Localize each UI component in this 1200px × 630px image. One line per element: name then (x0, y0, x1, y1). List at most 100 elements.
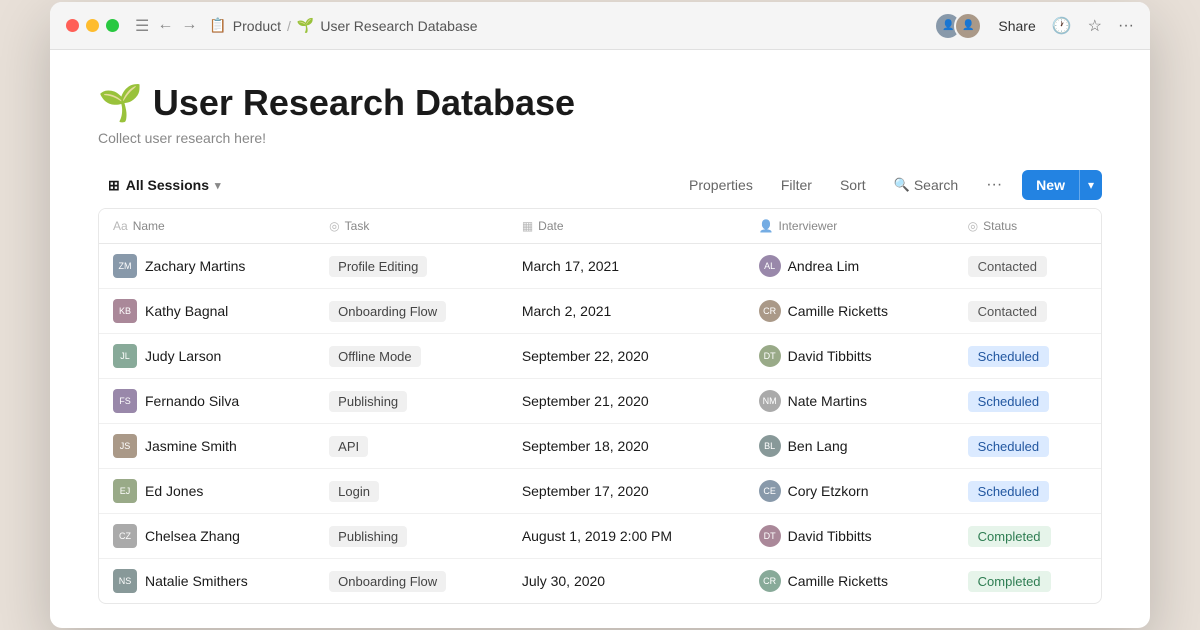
status-badge: Scheduled (968, 481, 1049, 502)
name-cell: ZM Zachary Martins (99, 244, 315, 289)
table-row[interactable]: KB Kathy Bagnal Onboarding FlowMarch 2, … (99, 289, 1101, 334)
status-cell: Scheduled (954, 469, 1101, 514)
table-row[interactable]: FS Fernando Silva PublishingSeptember 21… (99, 379, 1101, 424)
interviewer-avatar: DT (759, 345, 781, 367)
status-cell: Scheduled (954, 424, 1101, 469)
database-toolbar: ⊞ All Sessions ▾ Properties Filter Sort … (98, 170, 1102, 200)
app-window: ☰ ← → 📋 Product / 🌱 User Research Databa… (50, 2, 1150, 628)
search-icon: 🔍 (894, 177, 910, 193)
task-cell: Onboarding Flow (315, 559, 508, 604)
col-header-date[interactable]: ▦Date (508, 209, 745, 244)
user-name: Zachary Martins (145, 258, 245, 274)
star-icon[interactable]: ☆ (1088, 16, 1102, 36)
name-cell: EJ Ed Jones (99, 469, 315, 514)
col-header-status[interactable]: ◎Status (954, 209, 1101, 244)
fullscreen-button[interactable] (106, 19, 119, 32)
user-avatar: FS (113, 389, 137, 413)
task-tag: Offline Mode (329, 346, 420, 367)
forward-icon[interactable]: → (181, 16, 197, 36)
interviewer-avatar: CR (759, 570, 781, 592)
view-selector[interactable]: ⊞ All Sessions ▾ (98, 171, 231, 200)
sort-button[interactable]: Sort (832, 171, 874, 199)
main-content: 🌱 User Research Database Collect user re… (50, 50, 1150, 628)
task-cell: Offline Mode (315, 334, 508, 379)
chevron-down-icon: ▾ (215, 179, 221, 192)
interviewer-cell: BL Ben Lang (745, 424, 954, 469)
search-button[interactable]: 🔍 Search (886, 171, 967, 199)
minimize-button[interactable] (86, 19, 99, 32)
status-badge: Completed (968, 571, 1051, 592)
task-tag: Onboarding Flow (329, 301, 446, 322)
task-tag: Publishing (329, 526, 407, 547)
status-col-icon: ◎ (968, 219, 978, 233)
user-avatar: JS (113, 434, 137, 458)
share-button[interactable]: Share (998, 18, 1035, 34)
breadcrumb-separator: / (287, 18, 291, 34)
titlebar-right: 👤 👤 Share 🕐 ☆ ··· (934, 12, 1134, 40)
search-label: Search (914, 177, 958, 193)
filter-button[interactable]: Filter (773, 171, 820, 199)
nav-icons: ☰ ← → (135, 16, 197, 36)
interviewer-avatar: CR (759, 300, 781, 322)
interviewer-cell: CE Cory Etzkorn (745, 469, 954, 514)
user-name: Ed Jones (145, 483, 203, 499)
new-dropdown-arrow[interactable]: ▾ (1079, 170, 1102, 200)
breadcrumb-parent[interactable]: Product (233, 18, 281, 34)
task-cell: Onboarding Flow (315, 289, 508, 334)
interviewer-name: Camille Ricketts (788, 573, 888, 589)
task-tag: Profile Editing (329, 256, 427, 277)
status-badge: Completed (968, 526, 1051, 547)
task-cell: API (315, 424, 508, 469)
table-row[interactable]: CZ Chelsea Zhang PublishingAugust 1, 201… (99, 514, 1101, 559)
col-header-interviewer[interactable]: 👤Interviewer (745, 209, 954, 244)
back-icon[interactable]: ← (157, 16, 173, 36)
name-cell: JL Judy Larson (99, 334, 315, 379)
user-name: Natalie Smithers (145, 573, 248, 589)
task-cell: Publishing (315, 514, 508, 559)
view-label: All Sessions (126, 177, 209, 193)
more-options-button[interactable]: ··· (978, 170, 1010, 200)
user-avatar: ZM (113, 254, 137, 278)
interviewer-name: Cory Etzkorn (788, 483, 869, 499)
user-name: Kathy Bagnal (145, 303, 228, 319)
database-table: AaName ◎Task ▦Date 👤Interviewer ◎Status (98, 208, 1102, 604)
status-cell: Contacted (954, 289, 1101, 334)
status-cell: Contacted (954, 244, 1101, 289)
more-icon[interactable]: ··· (1118, 17, 1134, 35)
menu-icon[interactable]: ☰ (135, 16, 149, 36)
history-icon[interactable]: 🕐 (1052, 16, 1072, 36)
user-avatar: CZ (113, 524, 137, 548)
name-cell: FS Fernando Silva (99, 379, 315, 424)
page-title-text: User Research Database (153, 82, 575, 124)
table-row[interactable]: JL Judy Larson Offline ModeSeptember 22,… (99, 334, 1101, 379)
date-cell: September 18, 2020 (508, 424, 745, 469)
interviewer-avatar: NM (759, 390, 781, 412)
col-header-name[interactable]: AaName (99, 209, 315, 244)
properties-button[interactable]: Properties (681, 171, 761, 199)
interviewer-avatar: BL (759, 435, 781, 457)
close-button[interactable] (66, 19, 79, 32)
task-tag: Login (329, 481, 379, 502)
table-row[interactable]: JS Jasmine Smith APISeptember 18, 2020 B… (99, 424, 1101, 469)
date-cell: March 17, 2021 (508, 244, 745, 289)
task-cell: Publishing (315, 379, 508, 424)
table-row[interactable]: NS Natalie Smithers Onboarding FlowJuly … (99, 559, 1101, 604)
task-tag: Onboarding Flow (329, 571, 446, 592)
page-title-row: 🌱 User Research Database (98, 82, 1102, 124)
new-main-button[interactable]: New (1022, 170, 1079, 200)
table-row[interactable]: EJ Ed Jones Login September 17, 2020 CE C… (99, 469, 1101, 514)
traffic-lights (66, 19, 119, 32)
date-cell: July 30, 2020 (508, 559, 745, 604)
date-cell: August 1, 2019 2:00 PM (508, 514, 745, 559)
interviewer-name: Andrea Lim (788, 258, 860, 274)
breadcrumb-page[interactable]: User Research Database (320, 18, 477, 34)
breadcrumb-parent-icon: 📋 (209, 17, 226, 34)
interviewer-name: Nate Martins (788, 393, 867, 409)
col-header-task[interactable]: ◎Task (315, 209, 508, 244)
date-cell: September 17, 2020 (508, 469, 745, 514)
interviewer-cell: DT David Tibbitts (745, 514, 954, 559)
table-row[interactable]: ZM Zachary Martins Profile Editing March … (99, 244, 1101, 289)
interviewer-avatar: DT (759, 525, 781, 547)
table-header-row: AaName ◎Task ▦Date 👤Interviewer ◎Status (99, 209, 1101, 244)
interviewer-name: Camille Ricketts (788, 303, 888, 319)
